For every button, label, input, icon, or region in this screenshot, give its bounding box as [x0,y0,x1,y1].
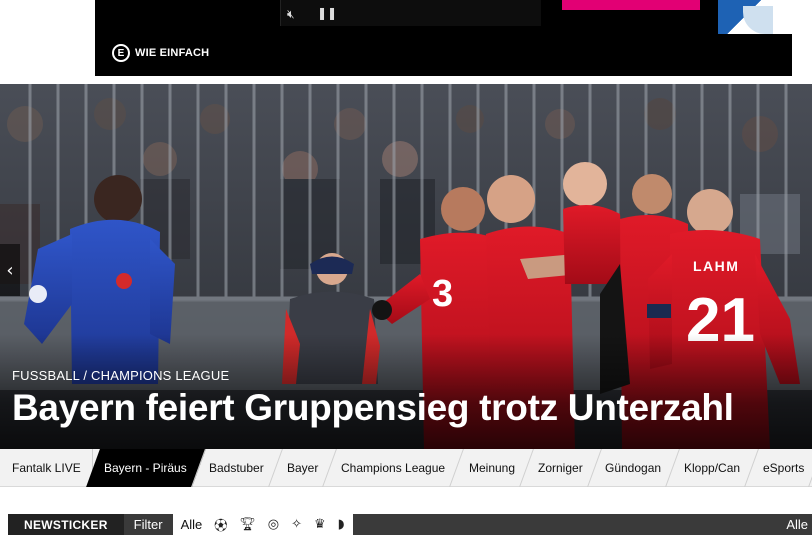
tab-label: eSports [763,460,805,475]
tab-label: Champions League [341,460,446,475]
ad-banner[interactable]: 🔇︎ ❚❚ E WIE EINFACH [95,0,792,76]
topic-nav: Fantalk LIVE Bayern - Piräus Badstuber B… [0,448,812,487]
ad-brand-text: WIE EINFACH [135,47,210,59]
tab-bayern-piraeus[interactable]: Bayern - Piräus [85,448,206,487]
ball-icon[interactable]: ◎ [268,517,279,532]
chat-icon[interactable]: ◗ [338,517,345,532]
hero-title[interactable]: Bayern feiert Gruppensieg trotz Unterzah… [12,387,734,429]
hero-prev-arrow-icon[interactable]: ‹ [0,244,20,296]
tab-label: Gündogan [605,460,662,475]
newsticker-filter-label: Filter [133,517,163,532]
newsticker-all-right[interactable]: Alle [786,517,812,532]
newsticker-title: NEWSTICKER [8,514,124,535]
ad-video-controls: 🔇︎ ❚❚ [280,0,541,26]
tab-fantalk-live[interactable]: Fantalk LIVE [0,448,93,487]
speaker-mute-icon[interactable]: 🔇︎ [287,7,295,22]
filter-all[interactable]: Alle [181,517,203,532]
tab-klopp-can[interactable]: Klopp/Can [666,448,760,487]
tab-label: Zorniger [537,460,583,475]
hero-teaser[interactable]: 3 LAHM 21 ‹ FUSSBALL / CHAMPIONS LEAGUE … [0,84,812,449]
tab-guendogan[interactable]: Gündogan [587,448,681,487]
tab-badstuber[interactable]: Badstuber [191,448,284,487]
cup-icon[interactable]: ♛ [314,517,326,532]
tab-label: Badstuber [209,460,265,475]
tab-champions-league[interactable]: Champions League [323,448,465,487]
ad-logo-icon: E [112,44,130,62]
tab-label: Bayer [287,460,319,475]
pause-icon[interactable]: ❚❚ [317,6,337,20]
tab-label: Klopp/Can [684,460,741,475]
newsticker-filters: Alle ⚽︎ 🏆︎ ◎ ✧ ♛ ◗ [172,514,353,535]
tab-label: Meinung [468,460,515,475]
trophy-icon[interactable]: 🏆︎ [239,517,256,532]
tab-label: Fantalk LIVE [12,460,81,475]
tab-label: Bayern - Piräus [103,460,187,475]
ad-brand: E WIE EINFACH [112,44,209,62]
hero-kicker[interactable]: FUSSBALL / CHAMPIONS LEAGUE [12,368,229,383]
newsticker-bar: NEWSTICKER Filter Alle ⚽︎ 🏆︎ ◎ ✧ ♛ ◗ All… [8,514,812,535]
logo-icon[interactable]: ✧ [291,517,302,532]
svg-text:3: 3 [432,273,453,315]
ad-brand-stripe [562,0,700,10]
svg-text:LAHM: LAHM [693,258,739,274]
football-icon[interactable]: ⚽︎ [214,515,227,534]
